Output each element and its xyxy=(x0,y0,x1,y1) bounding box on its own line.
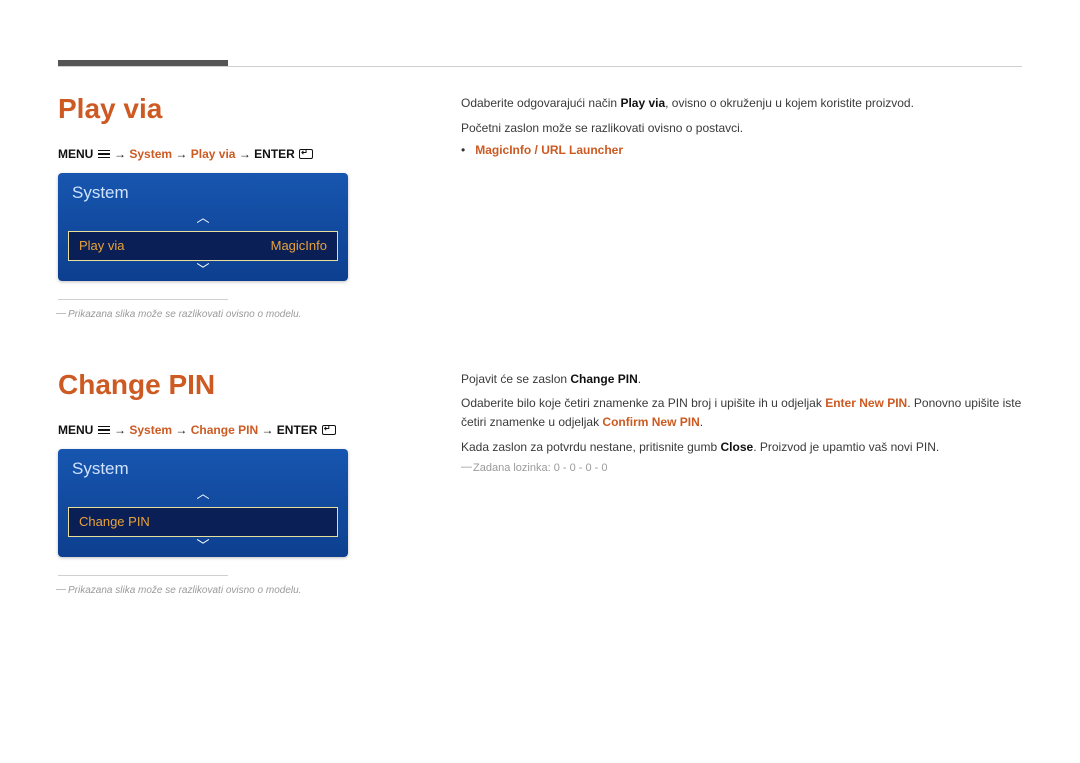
page: Play via MENU → System → Play via → ENTE… xyxy=(0,0,1080,638)
rule-line xyxy=(58,66,1022,67)
r-line-3: Kada zaslon za potvrdu nestane, pritisni… xyxy=(461,438,1022,457)
rule-accent xyxy=(58,60,228,66)
text: , ovisno o okruženju u kojem koristite p… xyxy=(665,96,914,110)
chevron-up-icon[interactable]: ︿ xyxy=(58,211,348,229)
desc-line-2: Početni zaslon može se razlikovati ovisn… xyxy=(461,119,1022,138)
section-change-pin: Change PIN MENU → System → Change PIN → … xyxy=(58,370,1022,598)
arrow-icon: → xyxy=(114,147,126,161)
option-value: MagicInfo / URL Launcher xyxy=(475,143,623,157)
default-password-note: Zadana lozinka: 0 - 0 - 0 - 0 xyxy=(461,462,1022,474)
menu-icon xyxy=(98,150,110,159)
menu-icon xyxy=(98,426,110,435)
osd-panel: System ︿ Change PIN ﹀ xyxy=(58,449,348,557)
osd-row-value: MagicInfo xyxy=(271,238,327,253)
text: Pojavit će se zaslon xyxy=(461,372,570,386)
osd-title: System xyxy=(58,449,348,487)
arrow-icon: → xyxy=(114,423,126,437)
bullet-icon: • xyxy=(461,143,465,157)
bold-term: Close xyxy=(721,440,754,454)
text: . Proizvod je upamtio vaš novi PIN. xyxy=(753,440,939,454)
osd-title: System xyxy=(58,173,348,211)
bc-changepin: Change PIN xyxy=(191,423,258,437)
bc-playvia: Play via xyxy=(191,147,236,161)
text: . xyxy=(638,372,641,386)
breadcrumb: MENU → System → Play via → ENTER xyxy=(58,147,413,161)
footnote: Prikazana slika može se razlikovati ovis… xyxy=(58,584,413,598)
divider xyxy=(58,575,228,576)
section-title: Change PIN xyxy=(58,370,413,401)
desc-line-1: Odaberite odgovarajući način Play via, o… xyxy=(461,94,1022,113)
footnote: Prikazana slika može se razlikovati ovis… xyxy=(58,308,413,322)
arrow-icon: → xyxy=(175,147,187,161)
r-line-1: Pojavit će se zaslon Change PIN. xyxy=(461,370,1022,389)
text: . xyxy=(700,415,703,429)
left-column: Change PIN MENU → System → Change PIN → … xyxy=(58,370,413,598)
osd-row-changepin[interactable]: Change PIN xyxy=(68,507,338,537)
section-title: Play via xyxy=(58,94,413,125)
right-column: Pojavit će se zaslon Change PIN. Odaberi… xyxy=(461,370,1022,598)
arrow-icon: → xyxy=(261,423,273,437)
text: Odaberite odgovarajući način xyxy=(461,96,620,110)
option-bullet: • MagicInfo / URL Launcher xyxy=(461,143,1022,157)
chevron-down-icon[interactable]: ﹀ xyxy=(58,539,348,557)
bc-enter: ENTER xyxy=(254,147,295,161)
enter-icon xyxy=(322,425,336,435)
bc-system: System xyxy=(129,423,172,437)
section-play-via: Play via MENU → System → Play via → ENTE… xyxy=(58,94,1022,322)
chevron-up-icon[interactable]: ︿ xyxy=(58,487,348,505)
orange-term: Enter New PIN xyxy=(825,396,907,410)
text: Odaberite bilo koje četiri znamenke za P… xyxy=(461,396,825,410)
osd-row-label: Change PIN xyxy=(79,514,150,529)
top-rule xyxy=(58,60,1022,72)
bc-menu: MENU xyxy=(58,147,93,161)
divider xyxy=(58,299,228,300)
r-line-2: Odaberite bilo koje četiri znamenke za P… xyxy=(461,394,1022,431)
orange-term: Confirm New PIN xyxy=(602,415,699,429)
osd-row-playvia[interactable]: Play via MagicInfo xyxy=(68,231,338,261)
bold-term: Change PIN xyxy=(570,372,637,386)
text: Kada zaslon za potvrdu nestane, pritisni… xyxy=(461,440,721,454)
bc-enter: ENTER xyxy=(277,423,318,437)
arrow-icon: → xyxy=(175,423,187,437)
bc-system: System xyxy=(129,147,172,161)
bold-term: Play via xyxy=(620,96,665,110)
right-column: Odaberite odgovarajući način Play via, o… xyxy=(461,94,1022,322)
breadcrumb: MENU → System → Change PIN → ENTER xyxy=(58,423,413,437)
osd-row-label: Play via xyxy=(79,238,125,253)
left-column: Play via MENU → System → Play via → ENTE… xyxy=(58,94,413,322)
osd-panel: System ︿ Play via MagicInfo ﹀ xyxy=(58,173,348,281)
enter-icon xyxy=(299,149,313,159)
bc-menu: MENU xyxy=(58,423,93,437)
arrow-icon: → xyxy=(239,147,251,161)
chevron-down-icon[interactable]: ﹀ xyxy=(58,263,348,281)
